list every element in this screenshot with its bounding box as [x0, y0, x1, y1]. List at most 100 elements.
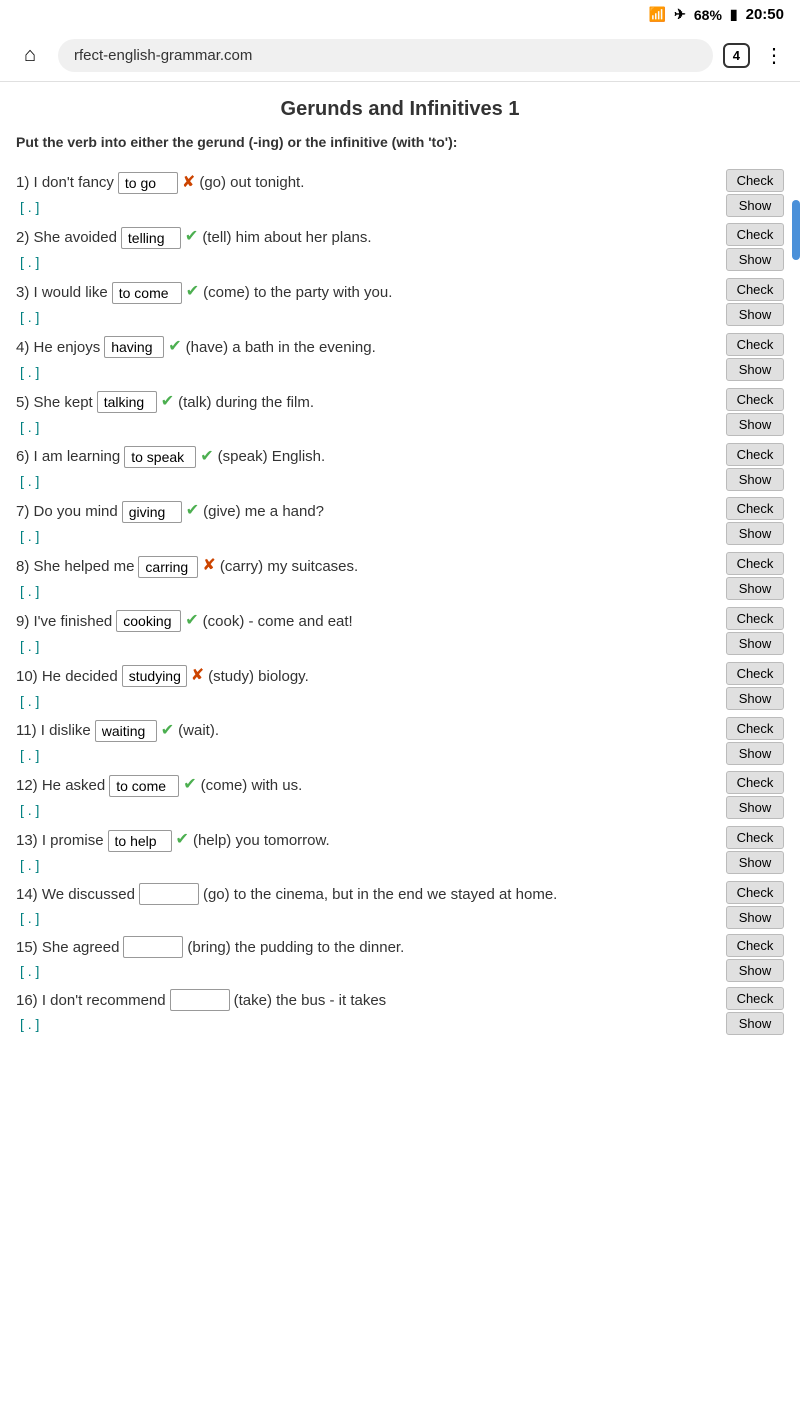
airplane-icon: ✈ [674, 6, 686, 23]
answer-input-12[interactable] [109, 775, 179, 797]
tab-count[interactable]: 4 [723, 43, 750, 68]
show-button-15[interactable]: Show [726, 959, 784, 982]
battery-percent: 68% [694, 7, 722, 23]
answer-input-7[interactable] [122, 501, 182, 523]
check-button-6[interactable]: Check [726, 443, 784, 466]
question-prefix-11: 11) I dislike [16, 717, 91, 744]
show-button-8[interactable]: Show [726, 577, 784, 600]
answer-input-11[interactable] [95, 720, 157, 742]
browser-bar: ⌂ 4 ⋮ [0, 29, 800, 82]
question-row-9: 9) I've finished ✔ (cook) - come and eat… [16, 607, 784, 636]
check-button-16[interactable]: Check [726, 987, 784, 1010]
feedback-row-8: [ . ] [16, 583, 784, 599]
question-text-9: 9) I've finished ✔ (cook) - come and eat… [16, 607, 353, 636]
show-button-12[interactable]: Show [726, 796, 784, 819]
answer-input-16[interactable] [170, 989, 230, 1011]
question-suffix: (carry) my suitcases. [220, 553, 358, 580]
show-button-9[interactable]: Show [726, 632, 784, 655]
correct-icon: ✔ [186, 278, 199, 307]
show-button-6[interactable]: Show [726, 468, 784, 491]
answer-input-2[interactable] [121, 227, 181, 249]
question-suffix: (come) with us. [201, 772, 303, 799]
feedback-row-4: [ . ] [16, 364, 784, 380]
question-row-15: 15) She agreed (bring) the pudding to th… [16, 934, 784, 961]
question-text-4: 4) He enjoys ✔ (have) a bath in the even… [16, 333, 376, 362]
check-button-15[interactable]: Check [726, 934, 784, 957]
answer-input-13[interactable] [108, 830, 172, 852]
btn-group-7: Check Show [726, 497, 784, 545]
question-text-8: 8) She helped me ✘ (carry) my suitcases. [16, 552, 358, 581]
check-button-11[interactable]: Check [726, 717, 784, 740]
question-text-11: 11) I dislike ✔ (wait). [16, 717, 219, 746]
question-row-2: 2) She avoided ✔ (tell) him about her pl… [16, 223, 784, 252]
feedback-row-13: [ . ] [16, 857, 784, 873]
feedback-row-14: [ . ] [16, 910, 784, 926]
question-prefix-12: 12) He asked [16, 772, 105, 799]
show-button-13[interactable]: Show [726, 851, 784, 874]
check-button-3[interactable]: Check [726, 278, 784, 301]
check-button-2[interactable]: Check [726, 223, 784, 246]
wrong-icon: ✘ [202, 552, 215, 581]
question-text-6: 6) I am learning ✔ (speak) English. [16, 443, 325, 472]
show-button-4[interactable]: Show [726, 358, 784, 381]
question-suffix: (take) the bus - it takes [234, 987, 387, 1014]
correct-icon: ✔ [185, 607, 198, 636]
show-button-5[interactable]: Show [726, 413, 784, 436]
question-row-7: 7) Do you mind ✔ (give) me a hand? Check… [16, 497, 784, 526]
check-button-7[interactable]: Check [726, 497, 784, 520]
question-prefix-10: 10) He decided [16, 663, 118, 690]
answer-input-6[interactable] [124, 446, 196, 468]
answer-input-3[interactable] [112, 282, 182, 304]
question-prefix-9: 9) I've finished [16, 608, 112, 635]
home-icon: ⌂ [24, 44, 36, 67]
question-suffix: (have) a bath in the evening. [186, 334, 376, 361]
show-button-10[interactable]: Show [726, 687, 784, 710]
btn-group-14: Check Show [726, 881, 784, 929]
url-bar[interactable] [58, 39, 713, 72]
question-suffix: (go) out tonight. [199, 169, 304, 196]
answer-input-5[interactable] [97, 391, 157, 413]
wifi-icon: 📶 [649, 6, 666, 23]
check-button-10[interactable]: Check [726, 662, 784, 685]
question-prefix-4: 4) He enjoys [16, 334, 100, 361]
show-button-14[interactable]: Show [726, 906, 784, 929]
feedback-row-12: [ . ] [16, 802, 784, 818]
answer-input-8[interactable] [138, 556, 198, 578]
check-button-14[interactable]: Check [726, 881, 784, 904]
page-title: Gerunds and Infinitives 1 [16, 98, 784, 121]
correct-icon: ✔ [168, 333, 181, 362]
show-button-11[interactable]: Show [726, 742, 784, 765]
answer-input-9[interactable] [116, 610, 181, 632]
scroll-indicator [792, 200, 800, 260]
check-button-12[interactable]: Check [726, 771, 784, 794]
show-button-2[interactable]: Show [726, 248, 784, 271]
check-button-4[interactable]: Check [726, 333, 784, 356]
show-button-7[interactable]: Show [726, 522, 784, 545]
question-prefix-2: 2) She avoided [16, 224, 117, 251]
question-row-1: 1) I don't fancy ✘ (go) out tonight. Che… [16, 169, 784, 198]
show-button-1[interactable]: Show [726, 194, 784, 217]
question-block-14: 14) We discussed (go) to the cinema, but… [16, 881, 784, 926]
show-button-3[interactable]: Show [726, 303, 784, 326]
question-block-3: 3) I would like ✔ (come) to the party wi… [16, 278, 784, 325]
show-button-16[interactable]: Show [726, 1012, 784, 1035]
answer-input-14[interactable] [139, 883, 199, 905]
check-button-13[interactable]: Check [726, 826, 784, 849]
check-button-9[interactable]: Check [726, 607, 784, 630]
answer-input-10[interactable] [122, 665, 187, 687]
question-block-4: 4) He enjoys ✔ (have) a bath in the even… [16, 333, 784, 380]
question-suffix: (cook) - come and eat! [203, 608, 353, 635]
answer-input-15[interactable] [123, 936, 183, 958]
menu-button[interactable]: ⋮ [760, 39, 788, 72]
check-button-1[interactable]: Check [726, 169, 784, 192]
check-button-8[interactable]: Check [726, 552, 784, 575]
check-button-5[interactable]: Check [726, 388, 784, 411]
answer-input-1[interactable] [118, 172, 178, 194]
question-text-2: 2) She avoided ✔ (tell) him about her pl… [16, 223, 372, 252]
home-button[interactable]: ⌂ [12, 37, 48, 73]
answer-input-4[interactable] [104, 336, 164, 358]
question-block-11: 11) I dislike ✔ (wait). Check Show [ . ] [16, 717, 784, 764]
question-prefix-1: 1) I don't fancy [16, 169, 114, 196]
feedback-row-3: [ . ] [16, 309, 784, 325]
question-block-13: 13) I promise ✔ (help) you tomorrow. Che… [16, 826, 784, 873]
